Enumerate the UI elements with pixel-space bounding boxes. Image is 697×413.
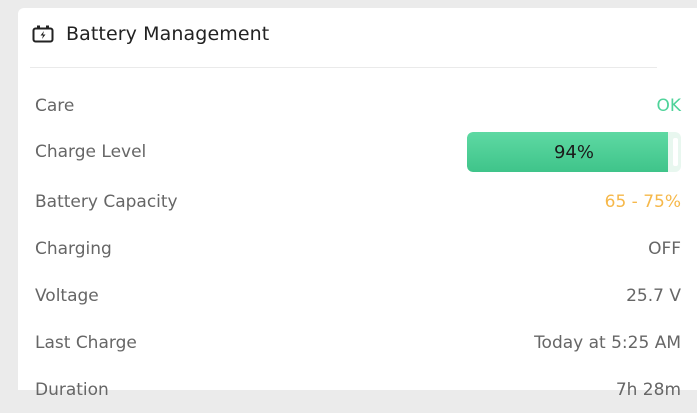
battery-stats-list: Care OK Charge Level 94% Battery Capacit… (35, 86, 681, 413)
stat-row-battery-capacity: Battery Capacity 65 - 75% (35, 178, 681, 225)
care-status-value: OK (656, 96, 681, 116)
stat-label: Charge Level (35, 142, 147, 162)
stat-label: Care (35, 96, 75, 116)
stat-row-charge-level: Charge Level 94% (35, 126, 681, 178)
stat-row-last-charge: Last Charge Today at 5:25 AM (35, 319, 681, 366)
stat-row-charging: Charging OFF (35, 225, 681, 272)
stat-label: Voltage (35, 285, 99, 306)
battery-management-card: Battery Management Care OK Charge Level … (18, 8, 697, 400)
last-charge-value: Today at 5:25 AM (534, 332, 681, 353)
header-divider (30, 67, 657, 68)
voltage-value: 25.7 V (626, 285, 681, 306)
stat-label: Battery Capacity (35, 191, 178, 212)
card-title: Battery Management (66, 23, 270, 45)
charge-level-bar: 94% (467, 132, 681, 172)
charging-status-value: OFF (648, 238, 681, 259)
charge-level-value: 94% (553, 141, 594, 163)
stat-label: Charging (35, 238, 112, 259)
stat-row-voltage: Voltage 25.7 V (35, 272, 681, 319)
card-header: Battery Management (32, 22, 269, 46)
stat-row-care: Care OK (35, 86, 681, 126)
stat-label: Last Charge (35, 332, 137, 353)
battery-charging-icon (32, 25, 54, 43)
battery-capacity-value: 65 - 75% (604, 191, 681, 212)
